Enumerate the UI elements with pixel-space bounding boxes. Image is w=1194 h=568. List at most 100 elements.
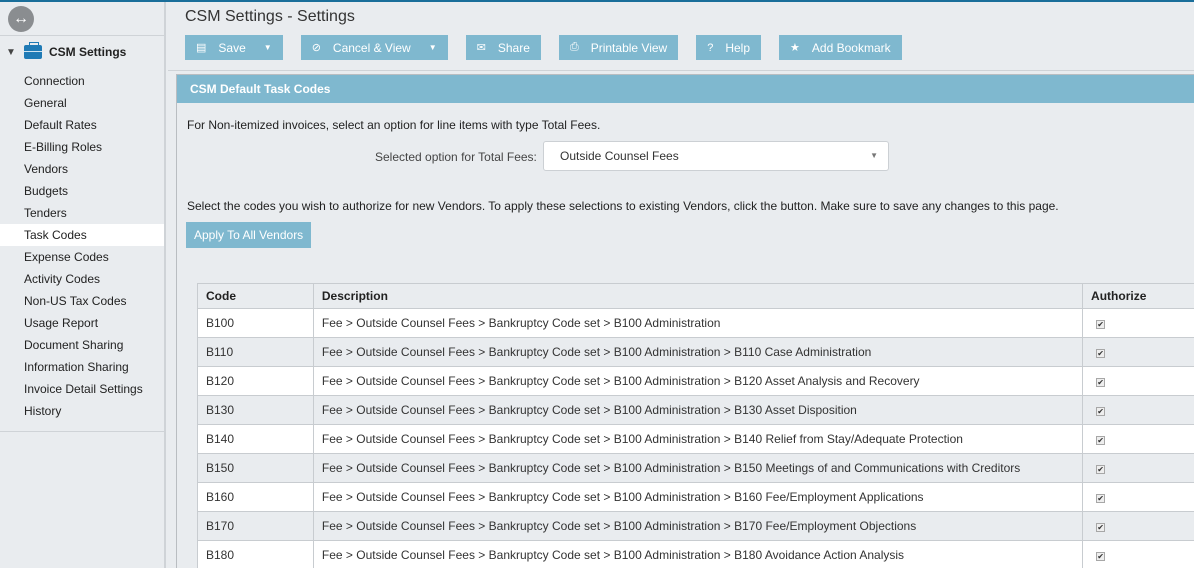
sidebar-item-vendors[interactable]: Vendors — [0, 158, 164, 180]
star-icon: ★ — [790, 42, 800, 54]
code-cell: B100 — [197, 308, 314, 338]
description-cell: Fee > Outside Counsel Fees > Bankruptcy … — [312, 540, 1084, 568]
authorize-cell: ✔ — [1082, 482, 1194, 512]
share-label: Share — [497, 40, 530, 55]
authorize-instructions: Select the codes you wish to authorize f… — [187, 199, 1059, 213]
code-cell: B170 — [197, 511, 314, 541]
move-arrows-icon[interactable]: ↔ — [8, 6, 34, 32]
authorize-cell: ✔ — [1082, 395, 1194, 425]
task-codes-table: Code Description Authorize B100 Fee > Out… — [197, 283, 1194, 568]
table-row: B150 Fee > Outside Counsel Fees > Bankrup… — [197, 453, 1194, 483]
authorize-cell: ✔ — [1082, 366, 1194, 396]
total-fees-select-label: Selected option for Total Fees: — [375, 150, 537, 164]
ban-icon: ⊘ — [311, 42, 321, 54]
sidebar-item-e-billing-roles[interactable]: E-Billing Roles — [0, 136, 164, 158]
column-header-description[interactable]: Description — [312, 283, 1084, 309]
authorize-checkbox[interactable]: ✔ — [1096, 465, 1106, 474]
sidebar-item-activity-codes[interactable]: Activity Codes — [0, 268, 164, 290]
authorize-checkbox[interactable]: ✔ — [1096, 349, 1106, 358]
sidebar-group-label: CSM Settings — [49, 45, 127, 59]
code-cell: B150 — [197, 453, 314, 483]
task-codes-panel: CSM Default Task Codes For Non-itemized … — [176, 74, 1194, 568]
total-fees-select[interactable]: Outside Counsel Fees ▼ — [543, 141, 889, 171]
sidebar-item-general[interactable]: General — [0, 92, 164, 114]
authorize-cell: ✔ — [1082, 308, 1194, 338]
cancel-view-button[interactable]: ⊘ Cancel & View ▼ — [300, 35, 448, 60]
save-label: Save — [218, 40, 246, 55]
authorize-checkbox[interactable]: ✔ — [1096, 552, 1106, 561]
total-fees-select-value: Outside Counsel Fees — [560, 149, 679, 163]
table-body: B100 Fee > Outside Counsel Fees > Bankrup… — [197, 308, 1194, 568]
cancel-dropdown-caret-icon[interactable]: ▼ — [429, 43, 437, 52]
caret-down-icon[interactable]: ▼ — [6, 47, 22, 58]
authorize-checkbox[interactable]: ✔ — [1096, 494, 1106, 503]
save-dropdown-caret-icon[interactable]: ▼ — [264, 43, 272, 52]
sidebar-item-default-rates[interactable]: Default Rates — [0, 114, 164, 136]
envelope-icon: ✉ — [476, 42, 486, 54]
authorize-checkbox[interactable]: ✔ — [1096, 436, 1106, 445]
sidebar-item-information-sharing[interactable]: Information Sharing — [0, 356, 164, 378]
sidebar-item-budgets[interactable]: Budgets — [0, 180, 164, 202]
panel-title: CSM Default Task Codes — [177, 75, 1194, 103]
select-caret-icon: ▼ — [870, 151, 878, 160]
table-row: B130 Fee > Outside Counsel Fees > Bankrup… — [197, 395, 1194, 425]
code-cell: B160 — [197, 482, 314, 512]
sidebar-nav: Connection General Default Rates E-Billing … — [0, 70, 164, 432]
authorize-cell: ✔ — [1082, 540, 1194, 568]
sidebar-item-connection[interactable]: Connection — [0, 70, 164, 92]
add-bookmark-button[interactable]: ★ Add Bookmark — [779, 35, 902, 60]
authorize-checkbox[interactable]: ✔ — [1096, 320, 1106, 329]
code-cell: B180 — [197, 540, 314, 568]
briefcase-icon — [24, 42, 42, 59]
total-fees-instructions: For Non-itemized invoices, select an opt… — [187, 118, 601, 132]
main-content: CSM Settings - Settings ▤ Save ▼ ⊘ Cance… — [168, 2, 1194, 568]
sidebar-item-usage-report[interactable]: Usage Report — [0, 312, 164, 334]
table-row: B140 Fee > Outside Counsel Fees > Bankrup… — [197, 424, 1194, 454]
sidebar-group-csm-settings[interactable]: ▼ CSM Settings — [0, 36, 164, 68]
save-button[interactable]: ▤ Save ▼ — [185, 35, 283, 60]
share-button[interactable]: ✉ Share — [465, 35, 541, 60]
authorize-checkbox[interactable]: ✔ — [1096, 523, 1106, 532]
add-bookmark-label: Add Bookmark — [811, 40, 891, 55]
table-row: B170 Fee > Outside Counsel Fees > Bankrup… — [197, 511, 1194, 541]
description-cell: Fee > Outside Counsel Fees > Bankruptcy … — [312, 482, 1084, 512]
description-cell: Fee > Outside Counsel Fees > Bankruptcy … — [312, 337, 1084, 367]
sidebar-item-invoice-detail-settings[interactable]: Invoice Detail Settings — [0, 378, 164, 400]
help-button[interactable]: ? Help — [696, 35, 762, 60]
printable-view-button[interactable]: ⎙ Printable View — [558, 35, 679, 60]
sidebar-item-non-us-tax-codes[interactable]: Non-US Tax Codes — [0, 290, 164, 312]
sidebar-logo-row: ↔ — [0, 2, 164, 36]
authorize-cell: ✔ — [1082, 337, 1194, 367]
sidebar-item-tenders[interactable]: Tenders — [0, 202, 164, 224]
column-header-code[interactable]: Code — [197, 283, 314, 309]
code-cell: B140 — [197, 424, 314, 454]
authorize-checkbox[interactable]: ✔ — [1096, 378, 1106, 387]
apply-to-all-vendors-button[interactable]: Apply To All Vendors — [186, 222, 312, 248]
authorize-cell: ✔ — [1082, 511, 1194, 541]
column-header-authorize[interactable]: Authorize — [1082, 283, 1194, 309]
authorize-checkbox[interactable]: ✔ — [1096, 407, 1106, 416]
floppy-disk-icon: ▤ — [196, 42, 207, 54]
code-cell: B130 — [197, 395, 314, 425]
cancel-view-label: Cancel & View — [332, 40, 411, 55]
toolbar-divider — [168, 70, 1194, 71]
description-cell: Fee > Outside Counsel Fees > Bankruptcy … — [312, 395, 1084, 425]
help-label: Help — [725, 40, 751, 55]
printable-view-label: Printable View — [590, 40, 668, 55]
code-cell: B110 — [197, 337, 314, 367]
authorize-cell: ✔ — [1082, 424, 1194, 454]
sidebar-item-document-sharing[interactable]: Document Sharing — [0, 334, 164, 356]
description-cell: Fee > Outside Counsel Fees > Bankruptcy … — [312, 366, 1084, 396]
printer-icon: ⎙ — [569, 41, 579, 53]
sidebar: ↔ ▼ CSM Settings Connection General Defaul… — [0, 2, 166, 568]
page-title: CSM Settings - Settings — [185, 8, 355, 25]
question-icon: ? — [707, 41, 714, 54]
sidebar-item-task-codes[interactable]: Task Codes — [0, 224, 164, 246]
sidebar-item-history[interactable]: History — [0, 400, 164, 422]
table-row: B120 Fee > Outside Counsel Fees > Bankrup… — [197, 366, 1194, 396]
sidebar-item-expense-codes[interactable]: Expense Codes — [0, 246, 164, 268]
table-row: B110 Fee > Outside Counsel Fees > Bankrup… — [197, 337, 1194, 367]
authorize-cell: ✔ — [1082, 453, 1194, 483]
code-cell: B120 — [197, 366, 314, 396]
description-cell: Fee > Outside Counsel Fees > Bankruptcy … — [312, 511, 1084, 541]
